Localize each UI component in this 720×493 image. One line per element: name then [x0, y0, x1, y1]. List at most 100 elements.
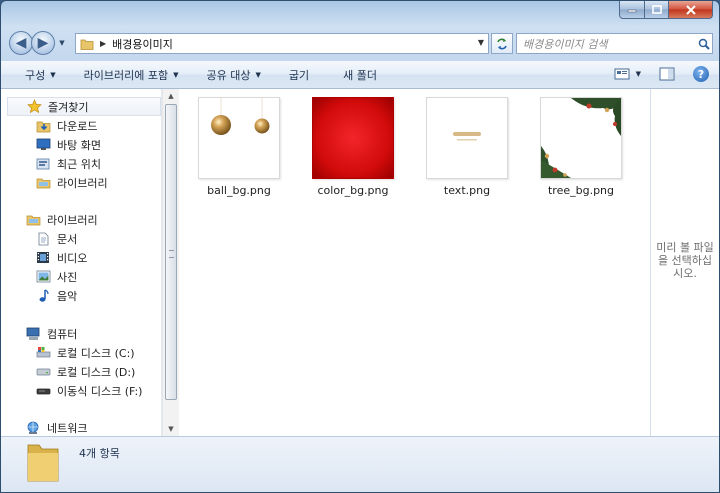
- sidebar-item-documents[interactable]: 문서: [35, 229, 77, 248]
- maximize-icon: [651, 5, 662, 14]
- refresh-button[interactable]: [491, 33, 513, 54]
- removable-drive-icon: [35, 383, 51, 399]
- burn-label: 굽기: [288, 68, 310, 82]
- include-library-label: 라이브러리에 포함: [83, 68, 169, 82]
- christmas-text-image: [453, 132, 481, 141]
- scroll-up-icon[interactable]: ▲: [163, 89, 179, 103]
- close-icon: [685, 4, 696, 15]
- sidebar-item-music[interactable]: 음악: [35, 286, 77, 305]
- sidebar-item-pictures[interactable]: 사진: [35, 267, 77, 286]
- sidebar-item-downloads[interactable]: 다운로드: [35, 116, 97, 135]
- sidebar-item-videos[interactable]: 비디오: [35, 248, 87, 267]
- navigation-scrollbar[interactable]: ▲ ▼: [162, 89, 179, 436]
- library-icon: [35, 175, 51, 191]
- file-name: color_bg.png: [317, 184, 389, 197]
- new-folder-label: 새 폴더: [343, 68, 377, 82]
- sidebar-item-label: 이동식 디스크 (F:): [57, 384, 143, 398]
- grip-icon: [169, 250, 174, 258]
- sidebar-group-libraries[interactable]: 라이브러리: [25, 210, 98, 229]
- network-icon: [25, 420, 41, 436]
- sidebar-item-label: 문서: [57, 232, 78, 246]
- breadcrumb-current-folder[interactable]: 배경용이미지: [112, 36, 173, 52]
- computer-icon: [25, 326, 41, 342]
- sidebar-group-favorites[interactable]: 즐겨찾기: [7, 97, 161, 116]
- ornament-balls-image: [211, 98, 270, 135]
- address-history-dropdown[interactable]: ▼: [478, 38, 484, 47]
- folder-icon: [27, 444, 59, 482]
- share-with-button[interactable]: 공유 대상 ▼: [207, 67, 261, 83]
- file-item[interactable]: tree_bg.png: [533, 97, 629, 197]
- file-name: ball_bg.png: [207, 184, 271, 197]
- search-icon[interactable]: [696, 38, 712, 50]
- scrollbar-thumb[interactable]: [165, 104, 177, 400]
- folder-icon: [80, 39, 94, 50]
- sidebar-group-network[interactable]: 네트워크: [25, 418, 87, 437]
- breadcrumb-arrow-icon[interactable]: ▶: [100, 39, 106, 48]
- chevron-down-icon: ▼: [173, 70, 179, 79]
- burn-button[interactable]: 굽기: [289, 67, 309, 83]
- explorer-window: ◀ ▶ ▼ ▶ 배경용이미지 ▼ 배경용이미지 검색 구성 ▼ 라이브러리에 포함…: [0, 0, 720, 493]
- pine-branches-image: [541, 98, 621, 178]
- recent-places-icon: [35, 156, 51, 172]
- chevron-down-icon: ▼: [59, 39, 65, 47]
- thumbnail-red-radial: [312, 97, 394, 179]
- sidebar-item-label: 음악: [57, 289, 78, 303]
- chevron-down-icon: ▼: [50, 70, 56, 79]
- desktop-icon: [35, 137, 51, 153]
- sidebar-item-label: 로컬 디스크 (D:): [57, 365, 136, 379]
- sidebar-item-drive-d[interactable]: 로컬 디스크 (D:): [35, 362, 135, 381]
- file-name: tree_bg.png: [547, 184, 615, 197]
- sidebar-group-label: 라이브러리: [47, 213, 98, 227]
- search-box[interactable]: 배경용이미지 검색: [516, 33, 713, 54]
- sidebar-item-label: 최근 위치: [57, 157, 101, 171]
- refresh-icon: [497, 38, 507, 49]
- sidebar-group-computer[interactable]: 컴퓨터: [25, 324, 77, 343]
- sidebar-item-label: 라이브러리: [57, 176, 108, 190]
- sidebar-item-label: 다운로드: [57, 119, 98, 133]
- scroll-down-icon[interactable]: ▼: [163, 422, 179, 436]
- picture-icon: [35, 269, 51, 285]
- file-item[interactable]: text.png: [419, 97, 515, 197]
- sidebar-item-libraries-shortcut[interactable]: 라이브러리: [35, 173, 108, 192]
- forward-button[interactable]: ▶: [31, 31, 55, 55]
- close-button[interactable]: [669, 1, 713, 19]
- sidebar-item-label: 비디오: [57, 251, 88, 265]
- document-icon: [35, 231, 51, 247]
- chevron-down-icon: ▼: [255, 70, 261, 79]
- change-view-button[interactable]: ▼: [614, 68, 641, 80]
- back-button[interactable]: ◀: [9, 31, 33, 55]
- search-input[interactable]: 배경용이미지 검색: [523, 36, 696, 52]
- sidebar-item-desktop[interactable]: 바탕 화면: [35, 135, 101, 154]
- film-icon: [35, 250, 51, 266]
- include-in-library-button[interactable]: 라이브러리에 포함 ▼: [84, 67, 179, 83]
- caption-buttons: [619, 1, 713, 19]
- minimize-button[interactable]: [619, 1, 645, 19]
- recent-pages-dropdown[interactable]: ▼: [57, 38, 67, 48]
- back-arrow-icon: ◀: [15, 35, 27, 51]
- nav-buttons: ◀ ▶ ▼: [9, 31, 67, 55]
- sidebar-item-drive-f[interactable]: 이동식 디스크 (F:): [35, 381, 142, 400]
- downloads-folder-icon: [35, 118, 51, 134]
- file-item[interactable]: color_bg.png: [305, 97, 401, 197]
- sidebar-group-label: 즐겨찾기: [48, 100, 89, 114]
- preview-message: 미리 볼 파일을 선택하십시오.: [656, 241, 714, 280]
- preview-pane-button[interactable]: [659, 67, 675, 81]
- star-icon: [26, 99, 42, 115]
- view-icon: [614, 68, 630, 80]
- sidebar-group-label: 컴퓨터: [47, 327, 78, 341]
- file-item[interactable]: ball_bg.png: [191, 97, 287, 197]
- new-folder-button[interactable]: 새 폴더: [343, 67, 377, 83]
- preview-pane-icon: [659, 67, 675, 81]
- music-note-icon: [35, 288, 51, 304]
- navigation-pane: 즐겨찾기 다운로드 바탕 화면 최근 위치 라이브러리 라이브러리 문서 비디오…: [1, 89, 162, 436]
- sidebar-item-label: 사진: [57, 270, 78, 284]
- organize-button[interactable]: 구성 ▼: [25, 67, 56, 83]
- hard-drive-icon: [35, 364, 51, 380]
- help-icon[interactable]: ?: [693, 66, 709, 82]
- address-bar[interactable]: ▶ 배경용이미지 ▼: [75, 33, 489, 54]
- sidebar-item-drive-c[interactable]: 로컬 디스크 (C:): [35, 343, 135, 362]
- red-background-image: [313, 98, 393, 178]
- maximize-button[interactable]: [645, 1, 669, 19]
- chevron-down-icon: ▼: [635, 70, 641, 78]
- sidebar-item-recent-places[interactable]: 최근 위치: [35, 154, 101, 173]
